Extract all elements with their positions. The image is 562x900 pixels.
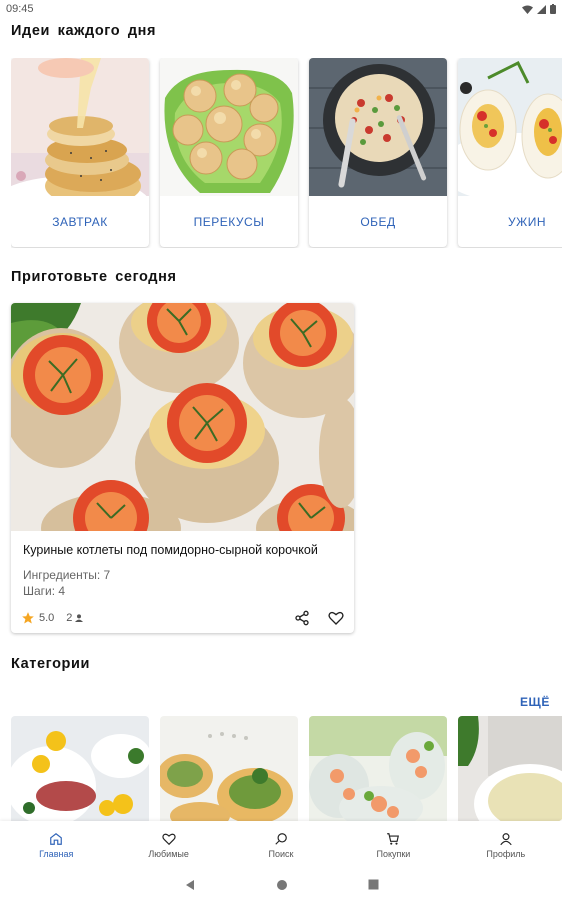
home-circle-icon[interactable] [276,879,288,891]
nav-search[interactable]: Поиск [225,821,337,869]
recipe-rating: 5.0 [39,612,55,624]
recipe-steps: Шаги: 4 [23,584,66,598]
daily-ideas-row[interactable]: ЗАВТРАК ПЕРЕКУСЫ ОБЕД УЖИН [11,58,562,248]
battery-icon [550,4,556,14]
recents-square-icon[interactable] [368,879,379,890]
lunch-image [309,58,447,196]
bottom-navigation: Главная Любимые Поиск Покупки Профиль [0,821,562,869]
today-title: Приготовьте сегодня [11,269,177,285]
nav-home[interactable]: Главная [0,821,112,869]
recipe-card[interactable]: Куриные котлеты под помидорно-сырной кор… [11,303,354,633]
person-small-icon [75,614,84,622]
idea-label-dinner: УЖИН [508,214,546,229]
category-card[interactable] [458,716,562,821]
nav-profile[interactable]: Профиль [450,821,562,869]
category-card[interactable] [11,716,149,821]
nav-favorites[interactable]: Любимые [112,821,224,869]
recipe-image [11,303,354,531]
idea-label-lunch: ОБЕД [360,214,396,229]
nav-favorites-label: Любимые [148,848,189,859]
idea-label-breakfast: ЗАВТРАК [52,214,108,229]
recipe-servings-count: 2 [66,612,73,624]
idea-card-dinner[interactable]: УЖИН [458,58,562,247]
person-icon [500,832,512,845]
recipe-title[interactable]: Куриные котлеты под помидорно-сырной кор… [23,543,318,557]
nav-shopping-label: Покупки [376,848,411,859]
status-icons [522,4,556,14]
idea-label-snacks: ПЕРЕКУСЫ [193,214,265,229]
status-bar: 09:45 [0,0,562,18]
nav-profile-label: Профиль [486,848,526,859]
categories-title: Категории [11,656,91,672]
idea-card-snacks[interactable]: ПЕРЕКУСЫ [160,58,298,247]
nav-home-label: Главная [39,848,74,859]
signal-icon [537,4,546,14]
share-icon[interactable] [294,610,310,626]
home-icon [50,832,63,845]
categories-row[interactable] [11,716,562,821]
wifi-icon [522,5,533,14]
recipe-ingredients: Ингредиенты: 7 [23,568,111,582]
status-time: 09:45 [6,3,34,15]
snacks-image [160,58,298,196]
category-card[interactable] [160,716,298,821]
system-navigation-bar [0,869,562,900]
favorite-heart-icon[interactable] [328,610,344,626]
idea-card-lunch[interactable]: ОБЕД [309,58,447,247]
app-screen: 09:45 Идеи каждого дня ЗАВТРАК ПЕРЕКУСЫ … [0,0,562,900]
nav-search-label: Поиск [268,848,294,859]
star-icon [22,612,34,624]
breakfast-image [11,58,149,196]
search-icon [275,832,287,845]
idea-card-breakfast[interactable]: ЗАВТРАК [11,58,149,247]
back-icon[interactable] [184,879,196,891]
recipe-servings: 2 [66,612,84,624]
categories-more-link[interactable]: ЕЩЁ [520,695,550,709]
nav-shopping[interactable]: Покупки [337,821,449,869]
category-card[interactable] [309,716,447,821]
recipe-footer: 5.0 2 [21,608,344,628]
heart-icon [161,833,176,845]
cart-icon [387,832,400,845]
recipe-actions [294,610,344,626]
dinner-image [458,58,562,196]
daily-ideas-title: Идеи каждого дня [11,23,157,39]
